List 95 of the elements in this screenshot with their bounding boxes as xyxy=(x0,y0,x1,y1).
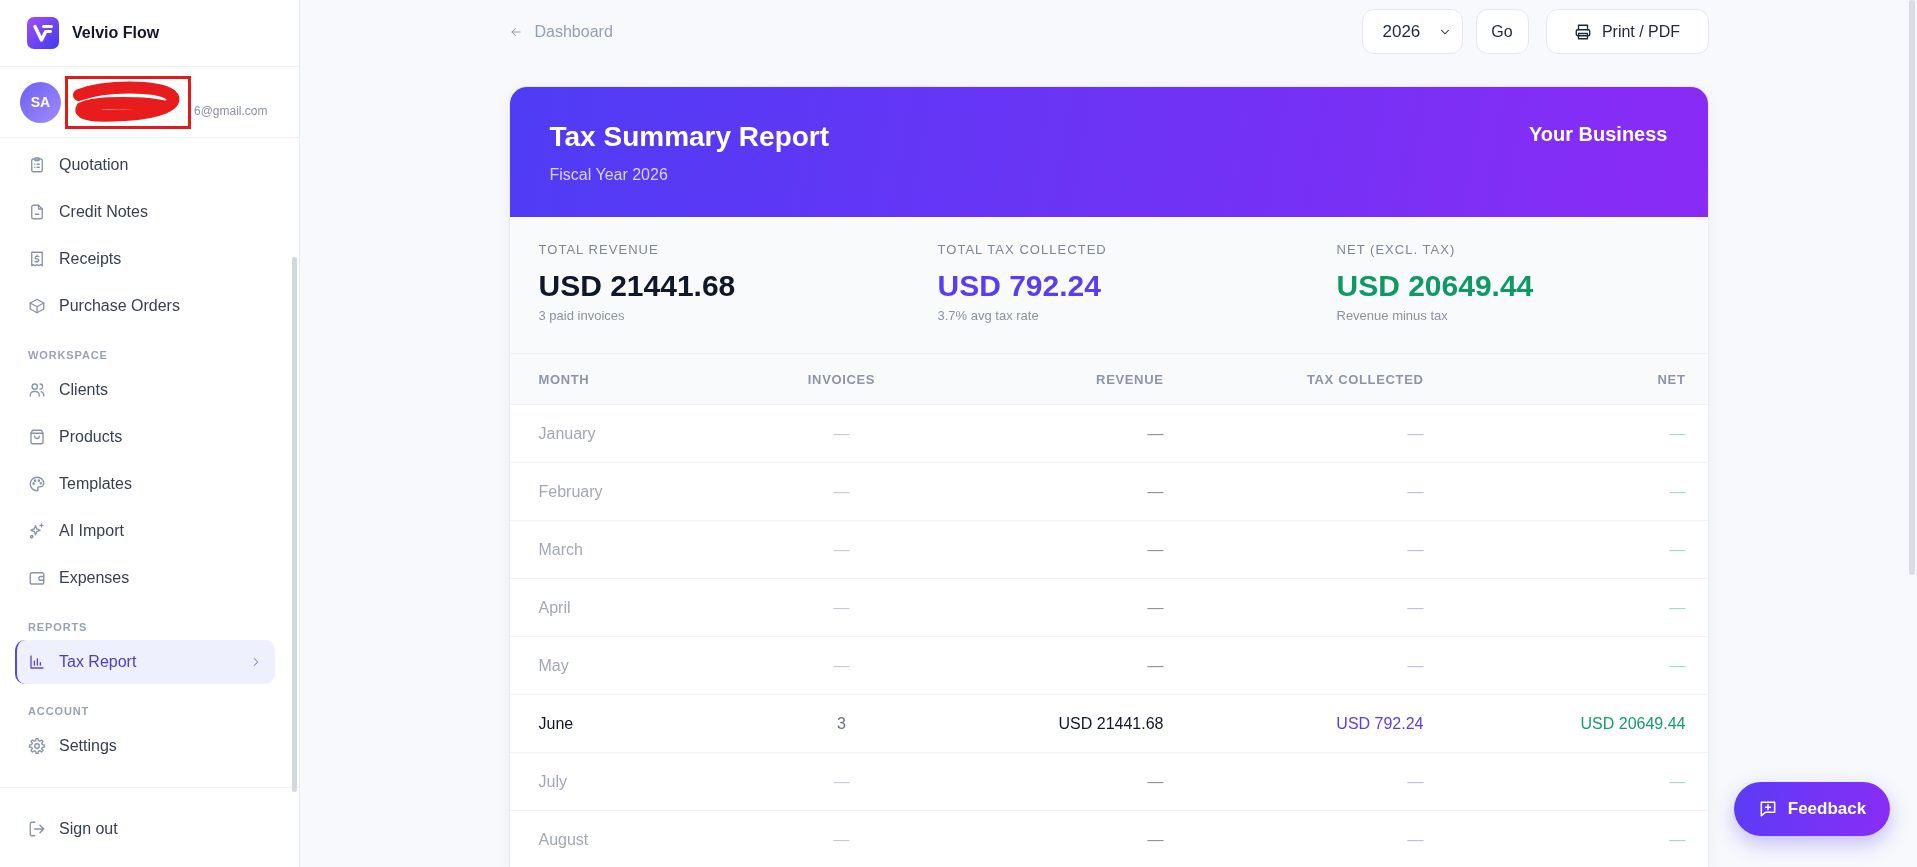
column-header: INVOICES xyxy=(807,371,876,387)
table-cell: — xyxy=(833,482,850,501)
nav-item[interactable]: Expenses xyxy=(15,556,275,600)
sign-out-link[interactable]: Sign out xyxy=(15,807,275,851)
table-cell: July xyxy=(538,772,567,791)
table-cell: — xyxy=(833,830,850,849)
table-cell: — xyxy=(1407,482,1424,501)
table-cell: — xyxy=(1669,598,1686,617)
table-cell: — xyxy=(1147,830,1164,849)
section-label: WORKSPACE xyxy=(28,348,109,362)
summary-value: USD 21441.68 xyxy=(538,269,737,303)
nav-item[interactable]: Tax Report xyxy=(15,640,275,684)
table-cell: — xyxy=(1147,482,1164,501)
table-cell: USD 21441.68 xyxy=(1058,714,1164,733)
print-button[interactable]: Print / PDF xyxy=(1545,9,1709,54)
table-cell: — xyxy=(833,424,850,443)
summary-note: Revenue minus tax xyxy=(1336,307,1449,325)
document-icon xyxy=(28,203,46,221)
package-icon xyxy=(28,297,46,315)
summary-label: TOTAL REVENUE xyxy=(538,241,660,259)
table-cell: — xyxy=(1669,830,1686,849)
year-select[interactable]: 2026 xyxy=(1361,9,1463,54)
nav-item[interactable]: Templates xyxy=(15,462,275,506)
logo-icon xyxy=(27,17,59,49)
section-label: ACCOUNT xyxy=(28,704,91,718)
scrollbar-thumb[interactable] xyxy=(292,257,297,792)
table-cell: — xyxy=(1669,424,1686,443)
users-icon xyxy=(28,381,46,399)
table-cell: May xyxy=(538,656,569,675)
nav-item[interactable]: Purchase Orders xyxy=(15,284,275,328)
column-header: REVENUE xyxy=(1096,371,1164,387)
summary-value: USD 20649.44 xyxy=(1336,269,1535,303)
app-name: Velvio Flow xyxy=(72,24,160,42)
scrollbar-thumb[interactable] xyxy=(1909,0,1915,575)
table-cell: — xyxy=(1407,772,1424,791)
go-button[interactable]: Go xyxy=(1475,9,1529,54)
table-cell: — xyxy=(1407,830,1424,849)
table-cell: — xyxy=(1669,540,1686,559)
summary-label: NET (EXCL. TAX) xyxy=(1336,241,1457,259)
settings-icon xyxy=(28,737,46,755)
table-cell: February xyxy=(538,482,603,501)
report-subtitle: Fiscal Year 2026 xyxy=(549,165,669,185)
table-cell: USD 20649.44 xyxy=(1580,714,1686,733)
table-cell: — xyxy=(1407,540,1424,559)
table-cell: August xyxy=(538,830,589,849)
sparkle-icon xyxy=(28,522,46,540)
column-header: TAX COLLECTED xyxy=(1306,371,1424,387)
table-cell: — xyxy=(1147,656,1164,675)
summary-label: TOTAL TAX COLLECTED xyxy=(937,241,1108,259)
table-cell: — xyxy=(1669,482,1686,501)
table-cell: — xyxy=(1669,772,1686,791)
nav-item[interactable]: Receipts xyxy=(15,237,275,281)
bar-chart-icon xyxy=(28,653,46,671)
printer-icon xyxy=(1573,22,1592,41)
table-cell: — xyxy=(1407,424,1424,443)
table-cell: March xyxy=(538,540,583,559)
table-cell: — xyxy=(1669,656,1686,675)
wallet-icon xyxy=(28,569,46,587)
sign-out-icon xyxy=(28,820,46,838)
nav-item[interactable]: AI Import xyxy=(15,509,275,553)
summary-value: USD 792.24 xyxy=(937,269,1102,303)
nav-item[interactable]: Quotation xyxy=(15,143,275,187)
table-cell: — xyxy=(1407,656,1424,675)
summary-note: 3.7% avg tax rate xyxy=(937,307,1040,325)
table-cell: — xyxy=(1147,598,1164,617)
clipboard-icon xyxy=(28,156,46,174)
table-cell: — xyxy=(833,598,850,617)
nav-item[interactable]: Clients xyxy=(15,368,275,412)
business-name: Your Business xyxy=(1528,122,1668,146)
table-cell: — xyxy=(1407,598,1424,617)
table-cell: June xyxy=(538,714,574,733)
avatar: SA xyxy=(20,81,61,123)
table-cell: — xyxy=(833,656,850,675)
report-title: Tax Summary Report xyxy=(549,120,830,154)
feedback-button[interactable]: Feedback xyxy=(1734,782,1890,836)
table-cell: January xyxy=(538,424,596,443)
table-cell: USD 792.24 xyxy=(1336,714,1424,733)
table-cell: — xyxy=(1147,772,1164,791)
column-header: MONTH xyxy=(538,371,590,387)
user-email: 6@gmail.com xyxy=(194,104,268,118)
table-cell: — xyxy=(1147,424,1164,443)
table-cell: April xyxy=(538,598,571,617)
nav-item[interactable]: Settings xyxy=(15,724,275,768)
table-cell: — xyxy=(833,540,850,559)
summary-note: 3 paid invoices xyxy=(538,307,626,325)
shopping-bag-icon xyxy=(28,428,46,446)
palette-icon xyxy=(28,475,46,493)
table-cell: — xyxy=(1147,540,1164,559)
section-label: REPORTS xyxy=(28,620,89,634)
nav-item[interactable]: Products xyxy=(15,415,275,459)
column-header: NET xyxy=(1657,371,1686,387)
nav-item[interactable]: Credit Notes xyxy=(15,190,275,234)
table-cell: 3 xyxy=(837,714,846,733)
receipt-icon xyxy=(28,250,46,268)
table-cell: — xyxy=(833,772,850,791)
